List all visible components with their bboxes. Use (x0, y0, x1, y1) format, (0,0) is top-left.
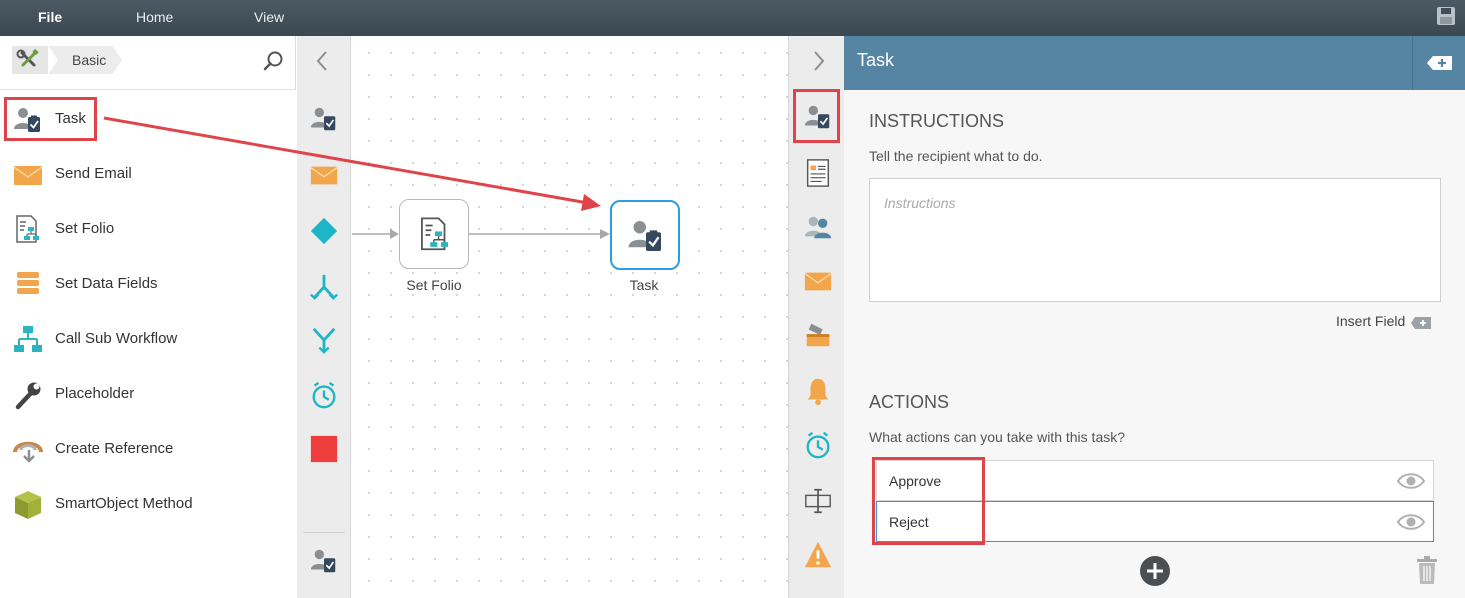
properties-rail (788, 36, 844, 598)
toolbox-item-create-reference[interactable]: Create Reference (0, 422, 262, 477)
warning-icon[interactable] (803, 540, 833, 570)
node-set-folio[interactable] (399, 199, 469, 269)
search-icon[interactable] (262, 50, 284, 72)
bell-icon[interactable] (803, 376, 833, 406)
timer-icon[interactable] (803, 430, 833, 460)
email-icon[interactable] (803, 266, 833, 296)
toolbox-item-send-email[interactable]: Send Email (0, 147, 262, 202)
add-action-icon[interactable] (1138, 554, 1172, 588)
inbox-icon[interactable] (803, 320, 833, 350)
chevron-right-icon[interactable] (805, 48, 831, 74)
trash-icon[interactable] (1415, 555, 1439, 585)
panel-header: Task (844, 36, 1465, 90)
toolbox-item-label: Create Reference (55, 440, 174, 457)
timer-icon[interactable] (309, 380, 339, 410)
breadcrumb: Basic (0, 36, 296, 90)
menu-bar: File Home View (0, 0, 1465, 36)
actions-title: ACTIONS (869, 392, 950, 412)
rail-divider (303, 532, 345, 533)
task-item-highlight (4, 97, 97, 141)
left-rail (297, 36, 351, 598)
instructions-box (869, 178, 1441, 302)
stop-icon[interactable] (309, 434, 339, 464)
field-icon[interactable] (803, 486, 833, 516)
eye-icon[interactable] (1397, 512, 1425, 532)
instructions-input[interactable] (870, 179, 1440, 301)
task-icon[interactable] (803, 102, 833, 132)
add-tag-icon (1427, 56, 1452, 70)
node-label: Task (629, 277, 659, 293)
eye-icon[interactable] (1397, 471, 1425, 491)
menu-home[interactable]: Home (136, 9, 173, 25)
task-icon[interactable] (309, 104, 339, 134)
workflow-canvas[interactable]: Set Folio Task (352, 36, 788, 598)
menu-view[interactable]: View (254, 9, 284, 25)
wrench-icon (15, 382, 41, 410)
email-icon[interactable] (309, 160, 339, 190)
instructions-title: INSTRUCTIONS (869, 111, 1004, 131)
toolbox-item-label: Set Data Fields (55, 275, 158, 292)
chevron-left-icon[interactable] (310, 48, 336, 74)
merge-icon[interactable] (309, 326, 339, 356)
toolbox-item-placeholder[interactable]: Placeholder (0, 367, 262, 422)
instructions-subtitle: Tell the recipient what to do. (869, 148, 1043, 164)
set-folio-icon (421, 217, 449, 251)
connector-lines (352, 229, 610, 239)
toolbox-item-label: Call Sub Workflow (55, 330, 178, 347)
node-task[interactable] (610, 200, 680, 270)
set-folio-icon (16, 215, 39, 243)
toolbox-item-smartobject-method[interactable]: SmartObject Method (0, 477, 262, 532)
panel-add-button[interactable] (1412, 36, 1465, 90)
insert-field-link[interactable]: Insert Field (1336, 313, 1405, 329)
email-icon (13, 166, 43, 185)
data-fields-icon (17, 272, 39, 294)
menu-file[interactable]: File (38, 9, 62, 25)
task-icon (628, 221, 661, 251)
node-label: Set Folio (406, 277, 462, 293)
toolbox-item-label: SmartObject Method (55, 495, 193, 512)
smartobject-icon (15, 491, 41, 519)
toolbox-item-call-sub-workflow[interactable]: Call Sub Workflow (0, 312, 262, 367)
insert-field-icon[interactable] (1410, 316, 1432, 330)
toolbox-scroll-gutter (262, 90, 296, 598)
split-icon[interactable] (309, 272, 339, 302)
actions-highlight (872, 457, 985, 545)
breadcrumb-basic[interactable]: Basic (48, 46, 122, 74)
form-icon[interactable] (803, 158, 833, 188)
tools-breadcrumb[interactable] (12, 46, 48, 74)
save-icon[interactable] (1436, 6, 1456, 26)
toolbox-item-label: Send Email (55, 165, 132, 182)
toolbox-item-set-folio[interactable]: Set Folio (0, 202, 262, 257)
toolbox-item-label: Placeholder (55, 385, 135, 402)
decision-icon[interactable] (309, 216, 339, 246)
panel-title: Task (857, 50, 895, 70)
tools-icon (16, 48, 39, 67)
task-properties-panel: Task INSTRUCTIONS Tell the recipient wha… (844, 36, 1465, 598)
recipients-icon[interactable] (803, 212, 833, 242)
toolbox-item-set-data-fields[interactable]: Set Data Fields (0, 257, 262, 312)
actions-subtitle: What actions can you take with this task… (869, 429, 1126, 445)
reference-icon (13, 441, 43, 463)
task-icon[interactable] (309, 546, 339, 576)
sub-workflow-icon (14, 326, 42, 352)
toolbox-item-label: Set Folio (55, 220, 115, 237)
